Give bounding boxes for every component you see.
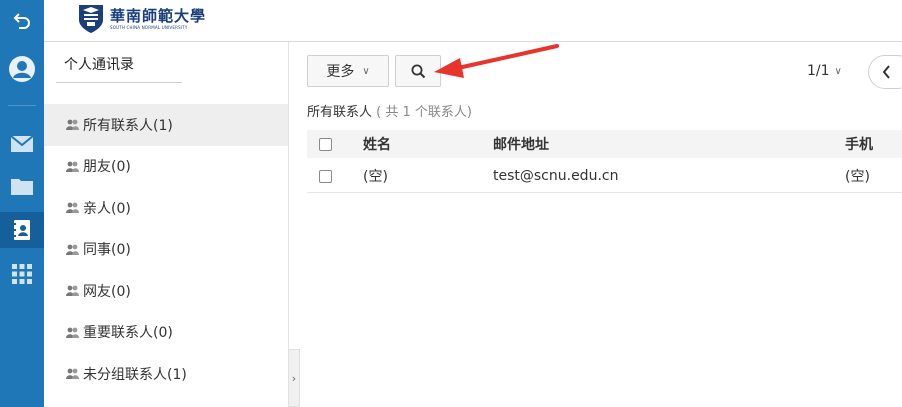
contact-email[interactable]: test@scnu.edu.cn bbox=[493, 160, 618, 192]
apps-button[interactable] bbox=[0, 256, 44, 292]
search-button[interactable] bbox=[395, 55, 441, 87]
sidebar-title-divider bbox=[56, 82, 182, 83]
group-label: 朋友(0) bbox=[83, 159, 131, 176]
logo-name-cn: 華南師範大學 bbox=[110, 7, 207, 25]
group-label: 亲人(0) bbox=[83, 200, 131, 217]
search-icon bbox=[411, 64, 425, 78]
group-icon bbox=[66, 202, 79, 214]
chevron-down-icon: ∨ bbox=[834, 65, 842, 77]
back-button[interactable] bbox=[0, 2, 44, 38]
more-label: 更多 bbox=[326, 64, 355, 80]
group-item-family[interactable]: 亲人(0) bbox=[44, 187, 288, 229]
column-header-name[interactable]: 姓名 bbox=[363, 130, 391, 158]
contacts-icon bbox=[13, 220, 30, 240]
files-button[interactable] bbox=[0, 168, 44, 204]
contact-list-panel: 更多 ∨ 1/1 ∨ 所有联系人 ( 共 1 个联系人) 姓名 邮件地址 手机 … bbox=[289, 42, 902, 407]
chevron-left-icon bbox=[882, 65, 890, 79]
group-item-colleagues[interactable]: 同事(0) bbox=[44, 229, 288, 271]
group-item-important[interactable]: 重要联系人(0) bbox=[44, 312, 288, 354]
group-icon bbox=[66, 244, 79, 255]
contacts-button[interactable] bbox=[0, 212, 44, 248]
group-icon bbox=[66, 285, 79, 297]
table-header: 姓名 邮件地址 手机 bbox=[307, 130, 902, 158]
chevron-down-icon: ∨ bbox=[362, 65, 370, 77]
back-icon bbox=[13, 13, 30, 29]
app-rail bbox=[0, 0, 44, 407]
page-indicator: 1/1 bbox=[807, 63, 830, 79]
current-group-name: 所有联系人 bbox=[307, 105, 373, 120]
group-item-all[interactable]: 所有联系人(1) bbox=[44, 104, 288, 146]
page-selector[interactable]: 1/1 ∨ bbox=[807, 63, 842, 79]
university-logo[interactable]: 華南師範大學 SOUTH CHINA NORMAL UNIVERSITY bbox=[78, 4, 206, 34]
current-group-count: ( 共 1 个联系人) bbox=[376, 105, 472, 120]
folder-icon bbox=[11, 179, 33, 195]
contact-name: (空) bbox=[363, 169, 388, 185]
more-button[interactable]: 更多 ∨ bbox=[307, 55, 389, 87]
group-icon bbox=[66, 119, 79, 131]
current-group-heading: 所有联系人 ( 共 1 个联系人) bbox=[307, 101, 472, 120]
column-header-email[interactable]: 邮件地址 bbox=[493, 130, 549, 158]
group-item-ungrouped[interactable]: 未分组联系人(1) bbox=[44, 353, 288, 395]
group-label: 同事(0) bbox=[83, 242, 131, 259]
row-checkbox[interactable] bbox=[319, 160, 332, 192]
group-icon bbox=[66, 368, 79, 380]
contact-phone: (空) bbox=[845, 169, 870, 185]
mail-button[interactable] bbox=[0, 126, 44, 162]
column-header-phone[interactable]: 手机 bbox=[845, 130, 873, 158]
group-label: 网友(0) bbox=[83, 283, 131, 300]
group-item-friends[interactable]: 朋友(0) bbox=[44, 146, 288, 188]
group-label: 重要联系人(0) bbox=[83, 325, 173, 342]
logo-name-en: SOUTH CHINA NORMAL UNIVERSITY bbox=[110, 25, 188, 30]
mail-icon bbox=[11, 136, 33, 152]
profile-button[interactable] bbox=[0, 51, 44, 87]
user-avatar-icon bbox=[9, 56, 35, 82]
contacts-sidebar: 个人通讯录 所有联系人(1) 朋友(0) 亲人(0) 同事(0) 网友(0) 重… bbox=[44, 42, 289, 407]
sidebar-title: 个人通讯录 bbox=[64, 57, 134, 73]
select-all-checkbox[interactable] bbox=[319, 130, 332, 158]
group-label: 所有联系人(1) bbox=[83, 117, 173, 134]
group-label: 未分组联系人(1) bbox=[83, 366, 187, 383]
prev-page-button[interactable] bbox=[868, 55, 902, 89]
rail-divider bbox=[8, 105, 36, 106]
group-item-netfriends[interactable]: 网友(0) bbox=[44, 270, 288, 312]
top-header: 華南師範大學 SOUTH CHINA NORMAL UNIVERSITY bbox=[44, 0, 902, 42]
group-icon bbox=[66, 327, 79, 338]
university-emblem-icon bbox=[79, 5, 103, 33]
table-row[interactable]: (空) test@scnu.edu.cn (空) bbox=[307, 160, 902, 193]
group-list: 所有联系人(1) 朋友(0) 亲人(0) 同事(0) 网友(0) 重要联系人(0… bbox=[44, 104, 288, 395]
apps-grid-icon bbox=[12, 264, 32, 284]
group-icon bbox=[66, 161, 79, 172]
